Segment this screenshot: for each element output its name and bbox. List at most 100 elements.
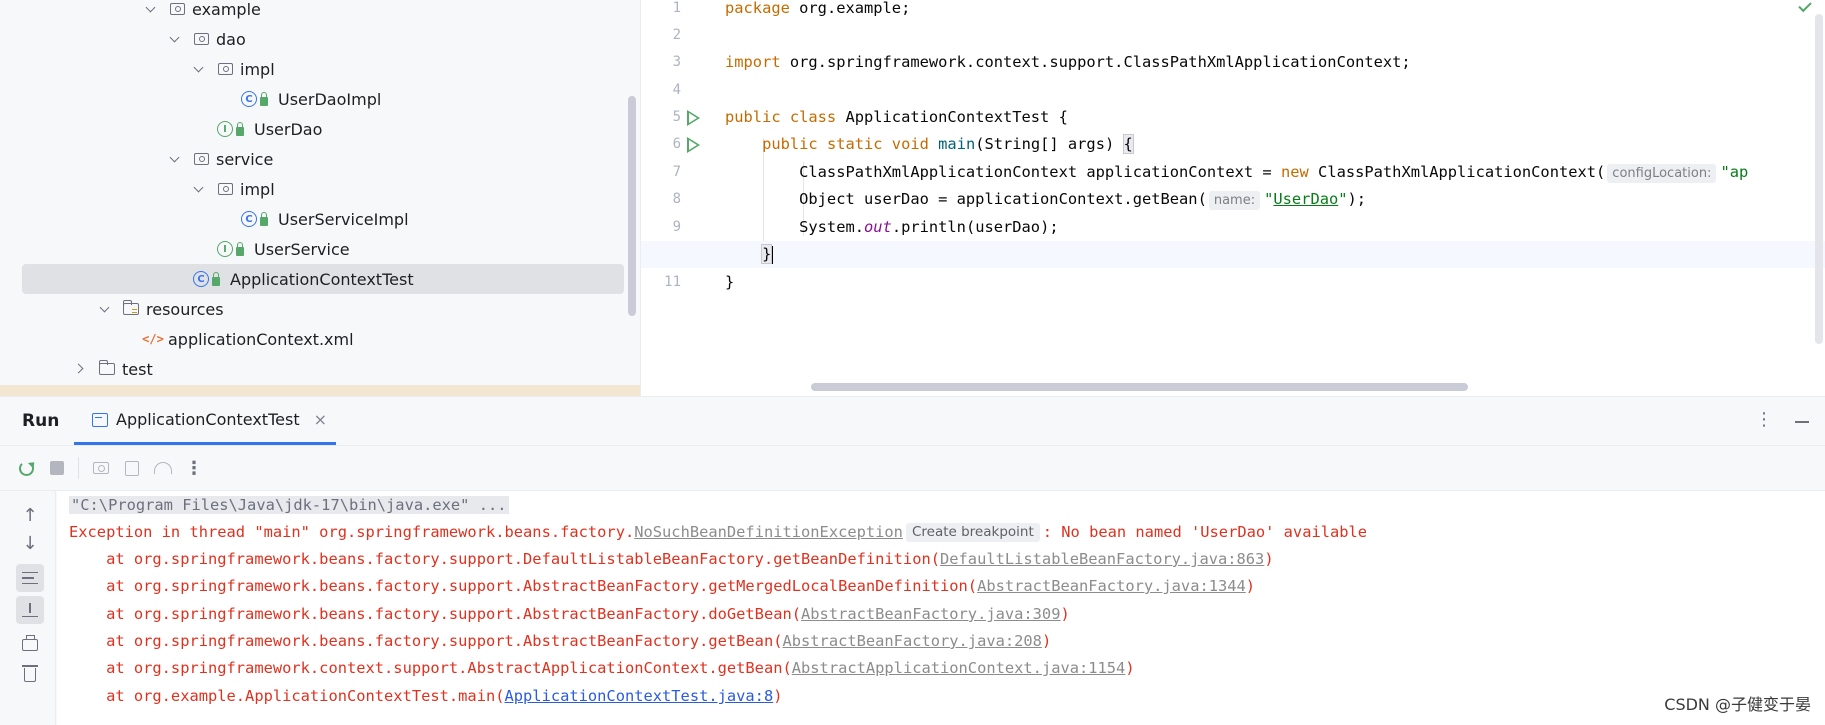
scroll-to-end-button[interactable] bbox=[16, 596, 44, 624]
string-literal: UserDao bbox=[1273, 190, 1339, 208]
method-name: main bbox=[938, 135, 976, 153]
stack-frame-link[interactable]: AbstractBeanFactory.java:1344 bbox=[977, 577, 1246, 595]
previous-occurrence-button[interactable]: ↑ bbox=[16, 501, 44, 529]
tree-item-label: resources bbox=[146, 299, 224, 319]
interface-icon: I bbox=[216, 240, 234, 258]
resources-folder-icon bbox=[122, 300, 140, 318]
stack-frame-link[interactable]: AbstractBeanFactory.java:309 bbox=[801, 605, 1060, 623]
console-output[interactable]: "C:\Program Files\Java\jdk-17\bin\java.e… bbox=[57, 491, 1825, 725]
arrow-down-icon: ↓ bbox=[22, 532, 38, 554]
console-icon bbox=[92, 412, 108, 427]
scroll-to-end-icon bbox=[22, 603, 38, 617]
tree-item-service-impl[interactable]: impl bbox=[0, 174, 640, 204]
string-quote: " bbox=[1264, 190, 1274, 208]
exception-class-link[interactable]: NoSuchBeanDefinitionException bbox=[634, 523, 903, 541]
chevron-down-icon[interactable] bbox=[98, 302, 112, 316]
xml-file-icon: </> bbox=[142, 332, 164, 346]
stack-frame-text: at org.springframework.beans.factory.sup… bbox=[69, 632, 783, 650]
code-line-current: } bbox=[641, 241, 1825, 268]
stop-icon bbox=[50, 461, 64, 475]
chevron-down-icon[interactable] bbox=[168, 152, 182, 166]
stack-frame-link[interactable]: DefaultListableBeanFactory.java:863 bbox=[940, 550, 1264, 568]
keyword: new bbox=[1280, 163, 1309, 181]
tree-item-applicationcontext-xml[interactable]: </> applicationContext.xml bbox=[0, 324, 640, 354]
line-number: 8 bbox=[672, 191, 681, 207]
minimize-icon[interactable] bbox=[1795, 421, 1809, 423]
chevron-down-icon[interactable] bbox=[192, 62, 206, 76]
dump-threads-button[interactable] bbox=[87, 454, 115, 482]
run-tab-applicationcontexttest[interactable]: ApplicationContextTest × bbox=[74, 397, 336, 445]
stack-frame-text: at org.example.ApplicationContextTest.ma… bbox=[69, 687, 505, 705]
lock-icon bbox=[212, 271, 220, 286]
tree-item-userserviceimpl[interactable]: C UserServiceImpl bbox=[0, 204, 640, 234]
print-button[interactable] bbox=[16, 631, 44, 659]
stack-frame-link[interactable]: ApplicationContextTest.java:8 bbox=[505, 687, 774, 705]
tree-scrollbar[interactable] bbox=[628, 96, 636, 316]
tree-item-userdaoimpl[interactable]: C UserDaoImpl bbox=[0, 84, 640, 114]
package-icon bbox=[216, 180, 234, 198]
code-line: Object userDao = applicationContext.getB… bbox=[725, 186, 1366, 213]
code-text: } bbox=[725, 273, 735, 291]
run-tab-label: ApplicationContextTest bbox=[116, 410, 300, 429]
tree-item-example[interactable]: example bbox=[0, 0, 640, 24]
tree-item-userservice[interactable]: I UserService bbox=[0, 234, 640, 264]
stack-frame-link[interactable]: AbstractBeanFactory.java:208 bbox=[782, 632, 1041, 650]
close-icon[interactable]: × bbox=[314, 410, 327, 429]
exit-button[interactable] bbox=[118, 454, 146, 482]
tree-item-dao-impl[interactable]: impl bbox=[0, 54, 640, 84]
next-occurrence-button[interactable]: ↓ bbox=[16, 529, 44, 557]
stack-frame-suffix: ) bbox=[1245, 577, 1256, 595]
editor-vertical-scrollbar[interactable] bbox=[1815, 14, 1823, 344]
exception-message: : No bean named 'UserDao' available bbox=[1042, 523, 1368, 541]
tree-item-resources[interactable]: resources bbox=[0, 294, 640, 324]
code-text: ApplicationContextTest { bbox=[836, 108, 1068, 126]
stop-button[interactable] bbox=[43, 454, 71, 482]
arrow-up-icon: ↑ bbox=[22, 504, 38, 526]
chevron-down-icon[interactable] bbox=[168, 32, 182, 46]
run-gutter-icon[interactable] bbox=[687, 137, 700, 153]
run-gutter-icon[interactable] bbox=[687, 110, 700, 126]
stack-frame-suffix: ) bbox=[1041, 632, 1052, 650]
code-line: import org.springframework.context.suppo… bbox=[725, 49, 1411, 76]
package-icon bbox=[216, 60, 234, 78]
stack-frame: at org.springframework.beans.factory.sup… bbox=[69, 628, 1051, 655]
command-line[interactable]: "C:\Program Files\Java\jdk-17\bin\java.e… bbox=[69, 496, 509, 514]
tree-item-applicationcontexttest[interactable]: C ApplicationContextTest bbox=[22, 264, 624, 294]
profiler-button[interactable] bbox=[149, 454, 177, 482]
parameter-hint: configLocation: bbox=[1607, 164, 1717, 183]
keyword: package bbox=[725, 0, 790, 17]
print-icon bbox=[22, 635, 38, 651]
tree-item-service[interactable]: service bbox=[0, 144, 640, 174]
code-area[interactable]: package org.example; import org.springfr… bbox=[641, 0, 1825, 396]
toolbar-divider bbox=[78, 457, 79, 479]
stack-frame-text: at org.springframework.beans.factory.sup… bbox=[69, 605, 802, 623]
code-line: package org.example; bbox=[725, 0, 910, 22]
tree-item-dao[interactable]: dao bbox=[0, 24, 640, 54]
editor-horizontal-scrollbar[interactable] bbox=[811, 383, 1468, 391]
soft-wrap-button[interactable] bbox=[16, 564, 44, 592]
code-line: public static void main(String[] args) { bbox=[725, 131, 1134, 158]
stack-frame-link[interactable]: AbstractApplicationContext.java:1154 bbox=[792, 659, 1126, 677]
stack-frame-suffix: ) bbox=[1264, 550, 1274, 568]
chevron-down-icon[interactable] bbox=[192, 182, 206, 196]
tree-item-label: applicationContext.xml bbox=[168, 329, 354, 349]
clear-all-button[interactable] bbox=[16, 661, 44, 689]
package-icon bbox=[192, 30, 210, 48]
tree-item-test[interactable]: test bbox=[0, 354, 640, 384]
code-line: } bbox=[725, 269, 734, 296]
keyword: import bbox=[725, 53, 781, 71]
create-breakpoint-hint[interactable]: Create breakpoint bbox=[905, 523, 1040, 542]
chevron-down-icon[interactable] bbox=[144, 2, 158, 16]
more-options-icon[interactable]: ⋮ bbox=[1755, 409, 1773, 430]
rerun-button[interactable] bbox=[12, 454, 40, 482]
stack-frame: at org.springframework.beans.factory.sup… bbox=[69, 601, 1070, 628]
camera-icon bbox=[93, 462, 109, 474]
code-editor[interactable]: 1 2 3 4 5 6 7 8 9 10 11 package org.exam… bbox=[640, 0, 1825, 396]
more-vertical-icon: ⋮ bbox=[185, 457, 203, 479]
toolbar-more-button[interactable]: ⋮ bbox=[180, 454, 208, 482]
lock-icon bbox=[260, 211, 268, 226]
chevron-right-icon[interactable] bbox=[74, 362, 88, 376]
code-text: Object userDao = applicationContext.getB… bbox=[725, 190, 1207, 208]
tree-item-userdao[interactable]: I UserDao bbox=[0, 114, 640, 144]
